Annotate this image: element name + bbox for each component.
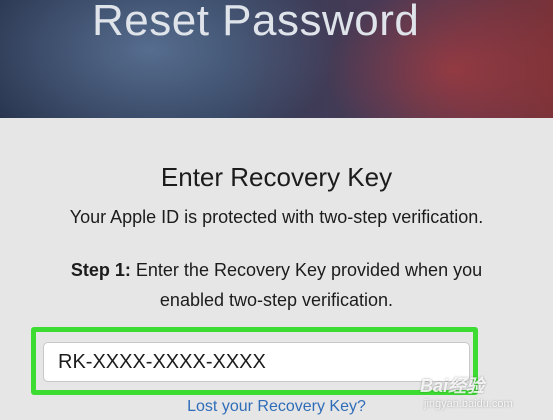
step-text-1: Enter the Recovery Key provided when you <box>130 260 483 280</box>
step-text-2: enabled two-step verification. <box>159 290 394 310</box>
step-instructions: Step 1: Enter the Recovery Key provided … <box>71 255 482 315</box>
watermark-logo: Bai经验 jingyan.baidu.com <box>420 372 550 416</box>
watermark-brand: Bai经验 <box>420 376 485 396</box>
step-line-1: Step 1: Enter the Recovery Key provided … <box>0 255 553 285</box>
page-title: Reset Password <box>92 0 420 45</box>
protection-notice: Your Apple ID is protected with two-step… <box>69 207 484 227</box>
step-label: Step 1: <box>70 260 131 280</box>
recovery-key-input[interactable] <box>43 342 470 382</box>
watermark-site: jingyan.baidu.com <box>424 398 513 410</box>
header-banner: Reset Password <box>0 0 553 118</box>
section-heading: Enter Recovery Key <box>160 162 393 192</box>
